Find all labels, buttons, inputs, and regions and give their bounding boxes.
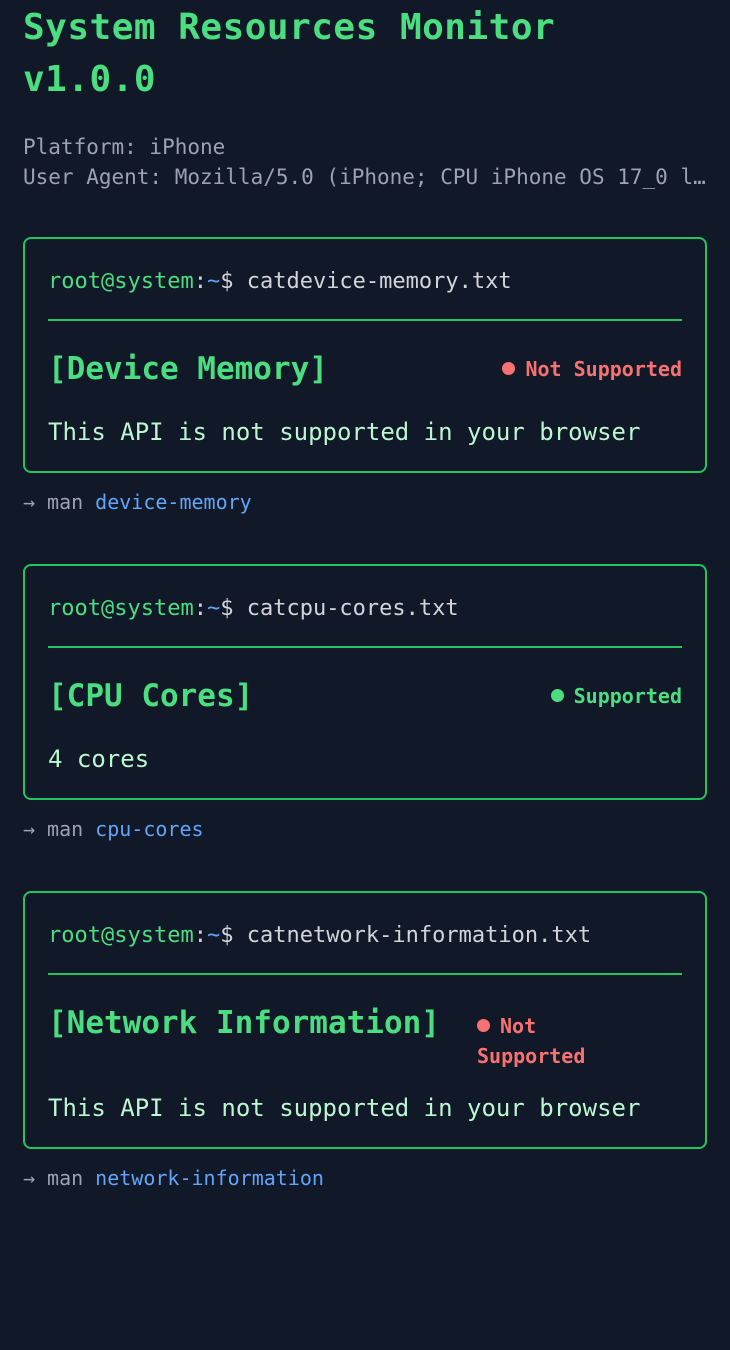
prompt-tilde: ~ [206,596,221,621]
prompt-user: root@system [48,923,194,948]
status-badge: Not Supported [477,1011,617,1071]
man-label: man [47,490,84,514]
card-header: [CPU Cores] Supported [48,670,682,722]
card-body: This API is not supported in your browse… [48,1094,641,1122]
man-label: man [47,1166,84,1190]
man-link-network-information[interactable]: network-information [95,1166,324,1190]
card-title: [CPU Cores] [48,678,254,714]
status-dot-icon [477,1019,490,1032]
prompt-file: device-memory.txt [286,269,512,294]
prompt-file: network-information.txt [286,923,592,948]
page: ✓ System Resources Monitor v1.0.0 Platfo… [23,0,707,1195]
status-badge: Not Supported [502,354,682,384]
man-link-row: → man device-memory [23,485,707,519]
prompt-user: root@system [48,269,194,294]
terminal-prompt: root@system:~$ catcpu-cores.txt [48,590,682,648]
man-link-row: → man cpu-cores [23,812,707,846]
cpu-cores-card: root@system:~$ catcpu-cores.txt [CPU Cor… [23,564,707,800]
prompt-dollar: $ [220,269,234,294]
arrow-right-icon: → [23,817,36,841]
user-agent-text: User Agent: Mozilla/5.0 (iPhone; CPU iPh… [23,165,707,189]
prompt-colon: : [193,269,207,294]
prompt-colon: : [193,596,207,621]
prompt-cmd: cat [246,923,287,948]
status-label: Not Supported [477,1014,586,1068]
platform-text: Platform: iPhone [23,135,226,159]
arrow-right-icon: → [23,490,36,514]
prompt-dollar: $ [220,596,234,621]
card-title: [Network Information] [48,1005,440,1041]
device-memory-card: root@system:~$ catdevice-memory.txt [Dev… [23,237,707,473]
status-badge: Supported [550,681,682,711]
status-dot-icon [502,362,516,375]
card-body: This API is not supported in your browse… [48,418,641,446]
prompt-cmd: cat [246,596,287,621]
prompt-cmd: cat [246,269,287,294]
man-label: man [47,817,84,841]
terminal-prompt: root@system:~$ catdevice-memory.txt [48,263,682,321]
card-title: [Device Memory] [48,351,328,387]
page-title: System Resources Monitor v1.0.0 [23,7,556,100]
prompt-tilde: ~ [206,269,221,294]
prompt-user: root@system [48,596,194,621]
status-label: Supported [573,684,682,708]
card-header: [Network Information] Not Supported [48,997,682,1071]
status-dot-icon [550,689,564,702]
card-header: [Device Memory] Not Supported [48,343,682,395]
arrow-right-icon: → [23,1166,36,1190]
network-information-card: root@system:~$ catnetwork-information.tx… [23,891,707,1149]
man-link-device-memory[interactable]: device-memory [95,490,252,514]
prompt-tilde: ~ [206,923,221,948]
man-link-cpu-cores[interactable]: cpu-cores [95,817,203,841]
terminal-prompt: root@system:~$ catnetwork-information.tx… [48,917,682,975]
man-link-row: → man network-information [23,1161,707,1195]
prompt-file: cpu-cores.txt [286,596,459,621]
card-body: 4 cores [48,745,150,773]
system-meta: Platform: iPhone User Agent: Mozilla/5.0… [23,132,707,192]
prompt-dollar: $ [220,923,234,948]
prompt-colon: : [193,923,207,948]
status-label: Not Supported [525,357,682,381]
